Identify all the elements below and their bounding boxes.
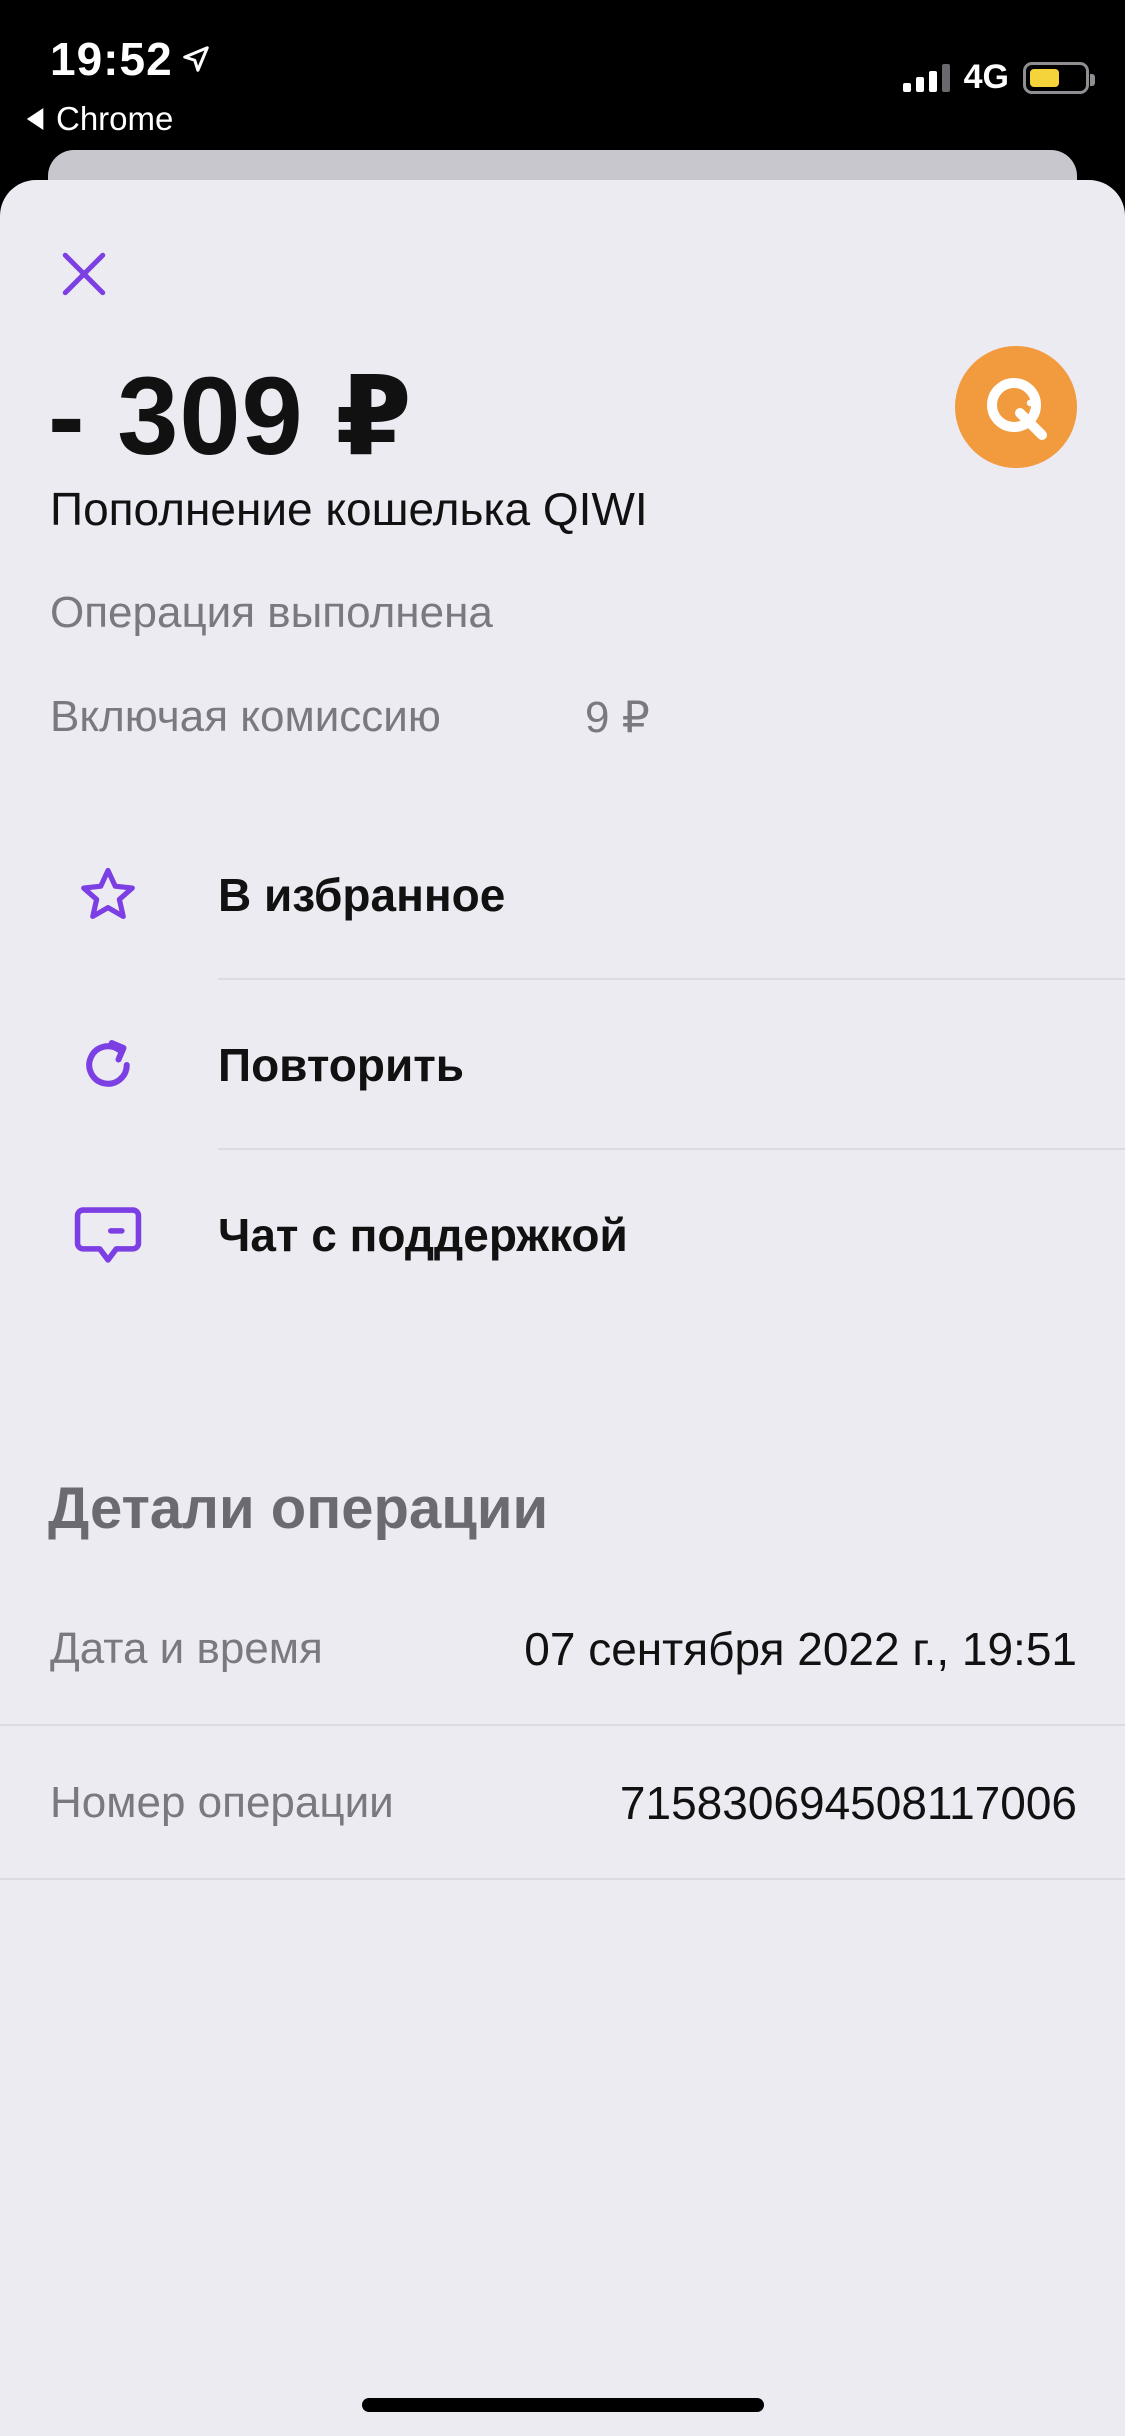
network-type: 4G — [963, 58, 1009, 96]
detail-row-operation-number: Номер операции 715830694508117006 — [0, 1726, 1125, 1880]
star-icon — [72, 859, 144, 931]
status-time: 19:52 — [50, 32, 211, 86]
action-label: Повторить — [218, 1039, 465, 1091]
status-bar: 19:52 Chrome 4G — [0, 0, 1125, 150]
back-triangle-icon — [26, 108, 44, 130]
detail-value: 07 сентября 2022 г., 19:51 — [524, 1623, 1077, 1675]
detail-value[interactable]: 715830694508117006 — [620, 1776, 1077, 1830]
detail-label: Дата и время — [50, 1624, 323, 1673]
action-label: В избранное — [218, 869, 506, 921]
home-indicator[interactable] — [362, 2398, 764, 2412]
fee-row: Включая комиссию 9 ₽ — [50, 692, 650, 742]
operation-sheet: - 309 ₽ Пополнение кошелька QIWI Операци… — [0, 180, 1125, 2436]
refresh-icon — [72, 1029, 144, 1101]
back-to-app-link[interactable]: Chrome — [26, 100, 173, 138]
operation-status: Операция выполнена — [50, 588, 493, 637]
action-list: В избранное Повторить Чат с поддержкой — [0, 810, 1125, 1320]
close-button[interactable] — [48, 238, 120, 310]
detail-label: Номер операции — [50, 1778, 394, 1827]
divider — [0, 1878, 1125, 1880]
close-icon — [62, 252, 106, 296]
battery-icon — [1023, 61, 1095, 94]
location-arrow-icon — [182, 46, 209, 72]
cellular-signal-icon — [902, 63, 950, 92]
operation-amount: - 309 ₽ — [48, 355, 413, 478]
operation-title: Пополнение кошелька QIWI — [50, 483, 648, 535]
status-indicators: 4G — [902, 58, 1095, 97]
add-to-favorites-button[interactable]: В избранное — [0, 810, 1125, 980]
detail-row-datetime: Дата и время 07 сентября 2022 г., 19:51 — [0, 1572, 1125, 1726]
fee-value: 9 ₽ — [585, 693, 650, 742]
chat-icon — [72, 1199, 144, 1271]
fee-label: Включая комиссию — [50, 692, 441, 741]
repeat-button[interactable]: Повторить — [0, 980, 1125, 1150]
action-label: Чат с поддержкой — [218, 1209, 628, 1261]
support-chat-button[interactable]: Чат с поддержкой — [0, 1150, 1125, 1320]
details-heading: Детали операции — [48, 1476, 549, 1541]
qiwi-logo-icon — [987, 378, 1047, 440]
qiwi-logo — [955, 346, 1077, 468]
